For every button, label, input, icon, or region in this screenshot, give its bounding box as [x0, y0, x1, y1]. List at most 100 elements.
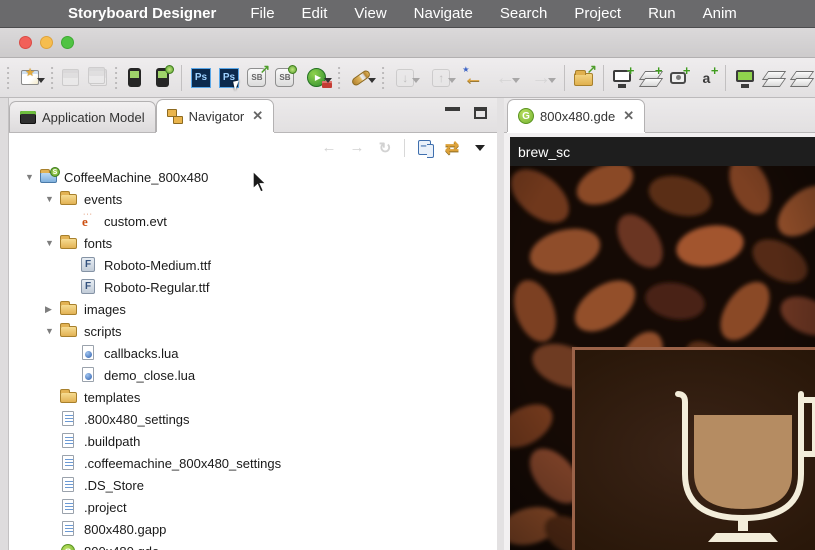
expander-expanded-icon[interactable]: ▼: [45, 194, 60, 204]
menu-navigate[interactable]: Navigate: [414, 5, 473, 22]
export-button[interactable]: ↓: [388, 64, 422, 92]
tab-application-model[interactable]: Application Model: [9, 101, 156, 132]
tree-row--ds-store[interactable]: .DS_Store: [9, 474, 497, 496]
toolbar-drag-handle[interactable]: [381, 65, 386, 90]
dropdown-arrow-icon[interactable]: [37, 77, 46, 83]
window-title-bar: [0, 28, 815, 58]
menu-animation[interactable]: Anim: [703, 5, 737, 22]
storyboard-export-button[interactable]: SB ↗: [244, 63, 270, 92]
tree-row-scripts[interactable]: ▼ scripts: [9, 320, 497, 342]
add-control-button[interactable]: +: [665, 63, 691, 92]
tree-row-demo-close-lua[interactable]: demo_close.lua: [9, 364, 497, 386]
photoshop-import-button[interactable]: Ps: [188, 64, 214, 92]
storyboard-file-icon: G: [518, 108, 534, 124]
menu-run[interactable]: Run: [648, 5, 676, 22]
run-simulator-button[interactable]: ▶: [300, 64, 334, 92]
dropdown-arrow-icon[interactable]: [512, 77, 521, 83]
file-icon: [60, 499, 78, 515]
menu-file[interactable]: File: [250, 5, 274, 22]
storyboard-export-settings-button[interactable]: SB: [272, 64, 298, 92]
zoom-window-button[interactable]: [61, 36, 74, 49]
add-text-button[interactable]: a +: [693, 63, 719, 92]
dropdown-arrow-icon[interactable]: [368, 77, 377, 83]
collapse-all-icon[interactable]: [413, 138, 435, 158]
tree-row--800x480-settings[interactable]: .800x480_settings: [9, 408, 497, 430]
close-tab-icon[interactable]: ✕: [623, 108, 634, 124]
nav-forward-icon[interactable]: →: [346, 138, 368, 158]
link-with-editor-icon[interactable]: ⇄: [441, 138, 463, 158]
dropdown-arrow-icon[interactable]: [323, 77, 332, 83]
screens-view-button[interactable]: [732, 64, 758, 92]
save-button[interactable]: [57, 64, 83, 92]
maximize-view-button[interactable]: [474, 107, 487, 119]
expander-collapsed-icon[interactable]: ▶: [45, 304, 60, 315]
toolbar-drag-handle[interactable]: [336, 65, 342, 90]
new-wizard-button[interactable]: ★: [13, 64, 47, 92]
annotation-pen-button[interactable]: [344, 64, 378, 92]
gde-icon: G: [60, 543, 78, 550]
add-layer-button[interactable]: +: [637, 63, 663, 92]
toolbar-drag-handle[interactable]: [114, 65, 119, 90]
simulator-settings-button[interactable]: [149, 64, 175, 92]
tree-item-label: 800x480.gapp: [84, 521, 167, 537]
tree-row-roboto-regular-ttf[interactable]: F Roboto-Regular.ttf: [9, 276, 497, 298]
expander-expanded-icon[interactable]: ▼: [45, 326, 60, 336]
dropdown-arrow-icon[interactable]: [412, 77, 421, 83]
nav-forward-button[interactable]: →: [524, 64, 558, 92]
dropdown-arrow-icon[interactable]: [548, 77, 557, 83]
nav-back-button[interactable]: ←: [488, 64, 522, 92]
tree-row-custom-evt[interactable]: ··· e custom.evt: [9, 210, 497, 232]
brew-screen-canvas[interactable]: [510, 166, 815, 550]
close-window-button[interactable]: [19, 36, 32, 49]
close-tab-icon[interactable]: ✕: [252, 108, 263, 124]
layers-view-button[interactable]: [760, 64, 786, 92]
menu-view[interactable]: View: [354, 5, 386, 22]
gde-canvas[interactable]: brew_sc: [510, 137, 815, 550]
tree-row-800x480-gde[interactable]: G 800x480.gde: [9, 540, 497, 550]
tree-item-label: demo_close.lua: [104, 367, 196, 383]
menu-search[interactable]: Search: [500, 5, 548, 22]
tree-row-templates[interactable]: templates: [9, 386, 497, 408]
panel-sash[interactable]: [497, 98, 504, 550]
nav-back-icon[interactable]: ←: [318, 138, 340, 158]
nav-up-icon[interactable]: ↻: [374, 138, 396, 158]
saveall-icon: [88, 66, 106, 84]
tree-row--buildpath[interactable]: .buildpath: [9, 430, 497, 452]
toolbar-drag-handle[interactable]: [50, 65, 55, 90]
back-to-last-edit-button[interactable]: ← ★: [460, 64, 486, 92]
tree-row-roboto-medium-ttf[interactable]: F Roboto-Medium.ttf: [9, 254, 497, 276]
save-all-button[interactable]: [85, 64, 111, 92]
folder-icon: [60, 235, 78, 251]
menu-edit[interactable]: Edit: [302, 5, 328, 22]
simulator-button[interactable]: [121, 64, 147, 92]
tree-row-callbacks-lua[interactable]: callbacks.lua: [9, 342, 497, 364]
font-icon: F: [80, 279, 98, 295]
lua-icon: [80, 345, 98, 361]
tree-row-fonts[interactable]: ▼ fonts: [9, 232, 497, 254]
tree-row--coffeemachine-800x480-settings[interactable]: .coffeemachine_800x480_settings: [9, 452, 497, 474]
app-menu-title[interactable]: Storyboard Designer: [68, 5, 216, 22]
tab-navigator[interactable]: Navigator ✕: [155, 99, 275, 132]
minimize-window-button[interactable]: [40, 36, 53, 49]
add-screen-button[interactable]: +: [609, 63, 635, 92]
tree-row--project[interactable]: .project: [9, 496, 497, 518]
layers-view-2-button[interactable]: [788, 64, 814, 92]
toolbar-separator: [564, 64, 565, 91]
menu-project[interactable]: Project: [574, 5, 621, 22]
dropdown-arrow-icon[interactable]: [448, 77, 457, 83]
tree-row-800x480-gapp[interactable]: 800x480.gapp: [9, 518, 497, 540]
open-project-button[interactable]: ↗: [571, 63, 597, 92]
minimize-view-button[interactable]: [445, 107, 460, 118]
view-menu-icon[interactable]: [469, 138, 491, 158]
brew-settings-panel[interactable]: [572, 347, 815, 550]
toolbar-drag-handle[interactable]: [6, 65, 11, 90]
expander-expanded-icon[interactable]: ▼: [45, 238, 60, 248]
photoshop-reimport-button[interactable]: Ps: [216, 64, 242, 92]
layers-icon: [764, 70, 782, 86]
expander-expanded-icon[interactable]: ▼: [25, 172, 40, 182]
tree-row-images[interactable]: ▶ images: [9, 298, 497, 320]
import-button[interactable]: ↑: [424, 64, 458, 92]
tab-gde-editor[interactable]: G 800x480.gde ✕: [507, 99, 646, 132]
project-icon: S: [40, 167, 60, 185]
apple-menu-icon[interactable]: [30, 6, 46, 22]
